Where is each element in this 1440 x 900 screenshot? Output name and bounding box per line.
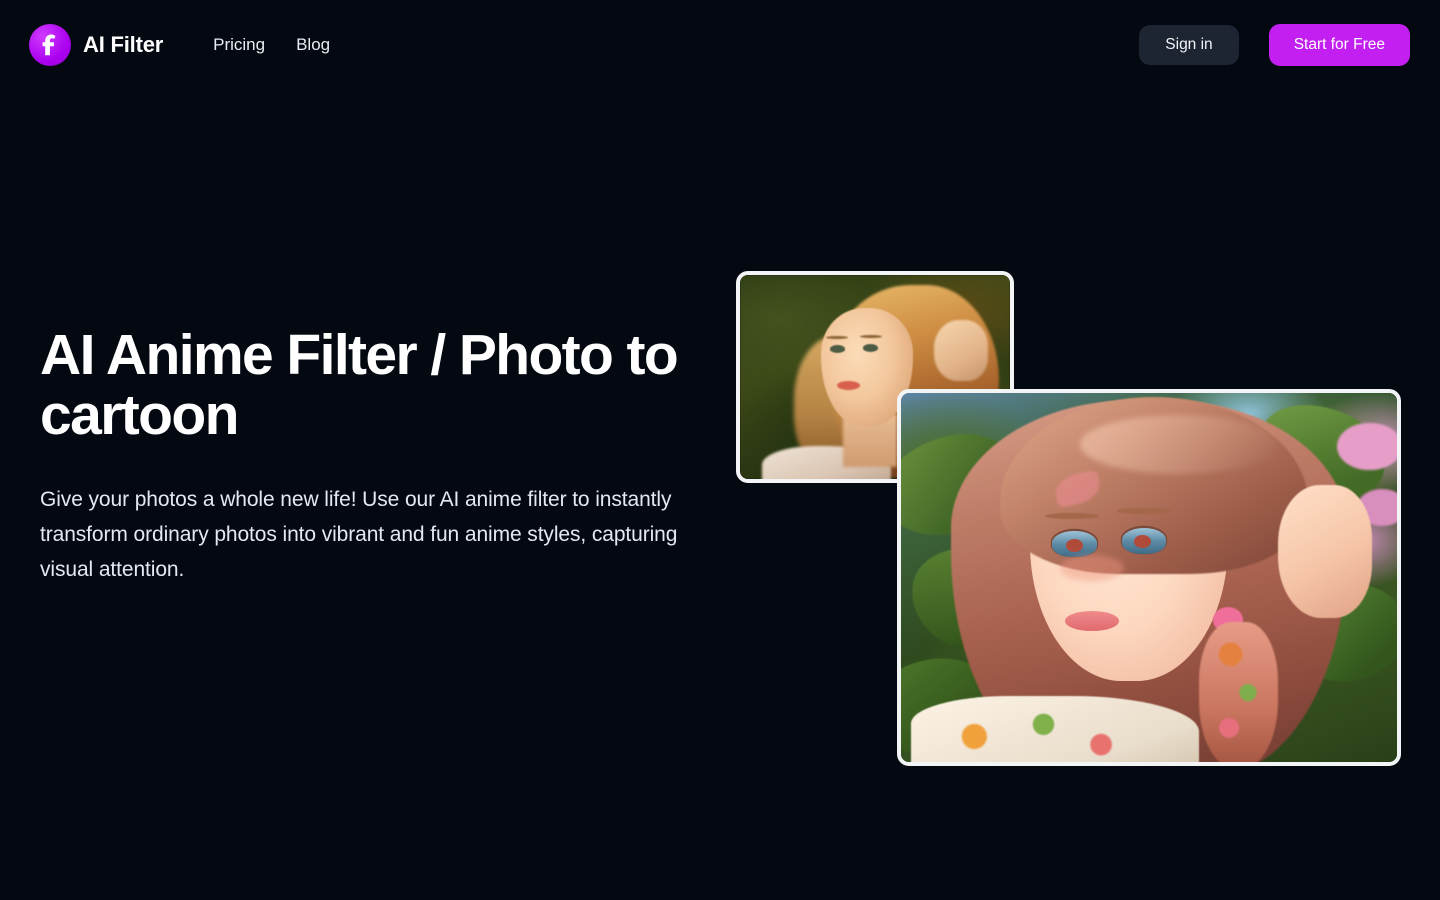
nav-item-blog[interactable]: Blog	[296, 35, 330, 55]
header-actions: Sign in Start for Free	[1139, 24, 1410, 66]
original-photo-hand	[934, 319, 989, 382]
letter-f-logo-icon	[29, 24, 71, 66]
anime-photo-hair-highlight	[1079, 415, 1278, 475]
anime-photo-eyebrow	[1044, 512, 1100, 519]
page-title: AI Anime Filter / Photo to cartoon	[40, 323, 679, 448]
anime-photo-braid	[1198, 621, 1278, 762]
original-photo-eye	[830, 345, 846, 353]
anime-photo-dress	[910, 695, 1199, 762]
hero-copy: AI Anime Filter / Photo to cartoon Give …	[40, 325, 710, 587]
site-header: AI Filter Pricing Blog Sign in Start for…	[0, 0, 1440, 90]
anime-photo-eyebrow	[1116, 508, 1172, 515]
anime-photo-lips	[1064, 610, 1120, 631]
nav-item-pricing[interactable]: Pricing	[213, 35, 265, 55]
start-for-free-button[interactable]: Start for Free	[1268, 24, 1410, 66]
hero-subtitle: Give your photos a whole new life! Use o…	[40, 487, 678, 581]
landing-page: AI Filter Pricing Blog Sign in Start for…	[0, 0, 1440, 900]
brand-name: AI Filter	[83, 32, 164, 57]
brand-logo[interactable]: AI Filter	[29, 24, 163, 66]
main-nav: Pricing Blog	[213, 35, 330, 55]
anime-photo-pupil	[1065, 538, 1083, 553]
anime-result-photo[interactable]	[897, 389, 1401, 766]
original-photo-eye	[862, 344, 878, 352]
anime-photo-hand	[1277, 485, 1373, 619]
sign-in-button[interactable]: Sign in	[1139, 25, 1239, 65]
original-photo-eyebrow	[860, 334, 882, 339]
anime-photo-flower	[1337, 422, 1397, 471]
